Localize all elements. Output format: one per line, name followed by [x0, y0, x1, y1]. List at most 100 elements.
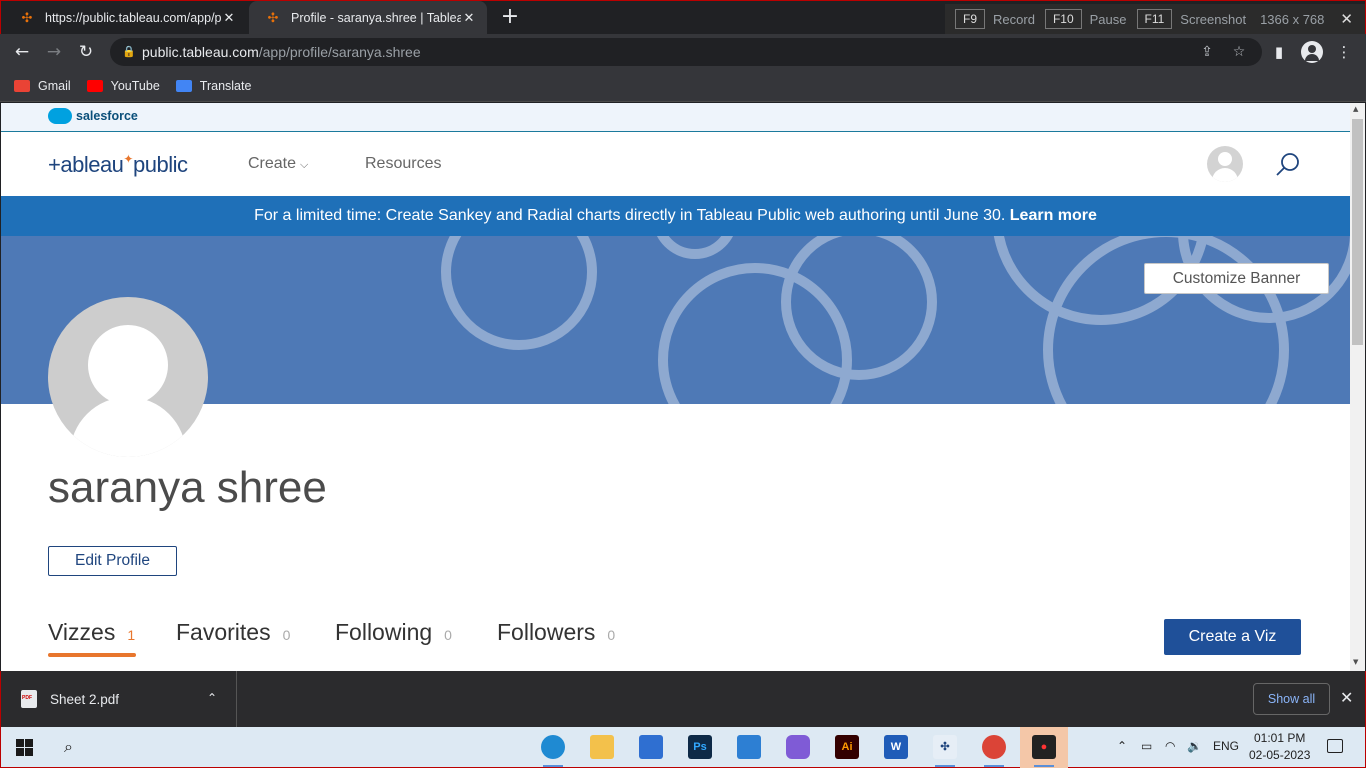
logo-text-public: public: [132, 152, 188, 177]
nav-create-label: Create: [248, 155, 297, 172]
kebab-menu-icon[interactable]: ⋮: [1334, 42, 1354, 62]
download-item[interactable]: Sheet 2.pdf ⌃: [1, 671, 237, 727]
profile-name: saranya shree: [48, 463, 327, 512]
salesforce-cloud-icon: [48, 108, 72, 124]
new-tab-button[interactable]: +: [499, 6, 521, 28]
mail-icon[interactable]: [737, 735, 761, 759]
tab-vizzes[interactable]: Vizzes 1: [48, 619, 137, 657]
show-hidden-icons-chevron-icon[interactable]: ⌃: [1117, 739, 1127, 753]
bookmarks-bar: Gmail YouTube Translate: [0, 70, 1366, 102]
file-explorer-icon[interactable]: [590, 735, 614, 759]
create-viz-button[interactable]: Create a Viz: [1164, 619, 1301, 655]
microsoft-store-icon[interactable]: [639, 735, 663, 759]
tableau-public-logo[interactable]: +ableau✦public: [48, 152, 188, 178]
browser-tab-1[interactable]: ✣ https://public.tableau.com/app/p ✕: [3, 1, 247, 35]
page-scrollbar[interactable]: ▲ ▼: [1350, 103, 1365, 671]
scroll-up-arrow-icon[interactable]: ▲: [1353, 105, 1358, 113]
tableau-app-icon[interactable]: ✣: [933, 735, 957, 767]
scrollbar-thumb[interactable]: [1352, 119, 1363, 345]
address-bar[interactable]: 🔒 public.tableau.com/app/profile/saranya…: [110, 38, 1262, 66]
edit-profile-button[interactable]: Edit Profile: [48, 546, 177, 576]
word-icon[interactable]: W: [884, 735, 908, 759]
salesforce-logo[interactable]: salesforce: [48, 108, 138, 124]
download-filename: Sheet 2.pdf: [50, 691, 120, 707]
tab-count: 0: [444, 627, 452, 643]
search-icon[interactable]: [1275, 152, 1301, 178]
customize-banner-button[interactable]: Customize Banner: [1144, 263, 1329, 294]
bookmark-star-icon[interactable]: ☆: [1230, 43, 1248, 61]
screenshot-button[interactable]: Screenshot: [1180, 12, 1246, 27]
close-download-bar-icon[interactable]: ✕: [1340, 688, 1353, 707]
recorder-close-icon[interactable]: ✕: [1340, 10, 1353, 28]
forward-arrow-icon[interactable]: →: [44, 42, 64, 62]
nav-resources[interactable]: Resources: [365, 155, 441, 173]
url-host: public.tableau.com: [142, 44, 259, 60]
browser-profile-avatar[interactable]: [1301, 41, 1323, 63]
battery-icon[interactable]: ▭: [1141, 739, 1152, 753]
language-indicator[interactable]: ENG: [1213, 739, 1239, 753]
gmail-icon: [14, 79, 30, 92]
salesforce-label: salesforce: [76, 109, 138, 123]
pdf-file-icon: [21, 690, 37, 708]
windows-start-icon[interactable]: [16, 739, 33, 756]
copilot-icon[interactable]: [786, 735, 810, 759]
tab-count: 0: [607, 627, 616, 643]
page-viewport: salesforce +ableau✦public Create ⌵ Resour…: [1, 103, 1350, 671]
screen-recorder-app-icon[interactable]: ●: [1032, 735, 1056, 767]
tab-label: Followers: [497, 619, 596, 645]
browser-tab-2[interactable]: ✣ Profile - saranya.shree | Tableau P ✕: [249, 1, 487, 35]
chevron-down-icon: ⌵: [300, 158, 309, 171]
clock-date: 02-05-2023: [1249, 748, 1311, 762]
site-header: +ableau✦public Create ⌵ Resources: [1, 132, 1350, 196]
tab-title: https://public.tableau.com/app/p: [45, 11, 221, 25]
tab-label: Following: [335, 619, 433, 645]
tab-count: 0: [282, 627, 291, 643]
tab-close-icon[interactable]: ✕: [461, 11, 477, 26]
tab-favorites[interactable]: Favorites 0: [176, 619, 290, 646]
tab-close-icon[interactable]: ✕: [221, 11, 237, 26]
tab-label: Favorites: [176, 619, 271, 645]
promo-banner: For a limited time: Create Sankey and Ra…: [1, 196, 1350, 236]
clock-time: 01:01 PM: [1254, 731, 1306, 745]
tableau-favicon-icon: ✣: [267, 10, 279, 26]
scroll-down-arrow-icon[interactable]: ▼: [1353, 658, 1358, 666]
photoshop-icon[interactable]: Ps: [688, 735, 712, 759]
url-path: /app/profile/saranya.shree: [258, 44, 421, 60]
chrome-app-icon[interactable]: [982, 735, 1006, 767]
volume-icon[interactable]: 🔉: [1187, 739, 1202, 753]
promo-text: For a limited time: Create Sankey and Ra…: [254, 207, 1010, 224]
lock-icon: 🔒: [122, 45, 136, 58]
edge-app-icon[interactable]: [541, 735, 565, 767]
bookmark-gmail[interactable]: Gmail: [14, 79, 71, 93]
user-avatar-icon[interactable]: [1207, 146, 1243, 182]
recorder-dimensions: 1366 x 768: [1260, 11, 1325, 27]
pause-button[interactable]: Pause: [1090, 12, 1127, 27]
bookmark-label: Translate: [199, 78, 252, 93]
bookmark-youtube[interactable]: YouTube: [86, 79, 160, 93]
show-all-downloads-button[interactable]: Show all: [1253, 683, 1330, 715]
bookmark-label: Gmail: [38, 78, 71, 93]
taskbar-clock[interactable]: 01:01 PM 02-05-2023: [1249, 730, 1310, 764]
tab-followers[interactable]: Followers 0: [497, 619, 615, 646]
nav-create[interactable]: Create ⌵: [248, 155, 308, 173]
wifi-icon[interactable]: ◠: [1165, 739, 1175, 753]
tab-following[interactable]: Following 0: [335, 619, 452, 646]
record-button[interactable]: Record: [993, 12, 1035, 27]
taskbar-search-icon[interactable]: ⌕: [64, 737, 73, 757]
side-panel-icon[interactable]: ▮: [1269, 42, 1289, 62]
bookmark-translate[interactable]: Translate: [175, 78, 252, 93]
notification-center-icon[interactable]: [1327, 739, 1343, 753]
chevron-up-icon[interactable]: ⌃: [207, 691, 217, 705]
windows-taskbar: ⌕ Ps Ai W ✣ ● ⌃ ▭ ◠ 🔉 ENG 01:01 PM 02-05…: [0, 727, 1366, 768]
tableau-favicon-icon: ✣: [21, 10, 33, 26]
learn-more-link[interactable]: Learn more: [1010, 207, 1097, 224]
browser-tab-strip: ✣ https://public.tableau.com/app/p ✕ ✣ P…: [0, 0, 1366, 35]
profile-avatar: [48, 297, 208, 457]
reload-icon[interactable]: ↻: [76, 42, 96, 62]
translate-icon: [175, 79, 192, 92]
illustrator-icon[interactable]: Ai: [835, 735, 859, 759]
back-arrow-icon[interactable]: ←: [12, 42, 32, 62]
share-icon[interactable]: ⇪: [1198, 43, 1216, 61]
screen-recorder-toolbar: F9 Record F10 Pause F11 Screenshot 1366 …: [945, 4, 1365, 34]
browser-toolbar: ← → ↻ 🔒 public.tableau.com/app/profile/s…: [0, 34, 1366, 70]
